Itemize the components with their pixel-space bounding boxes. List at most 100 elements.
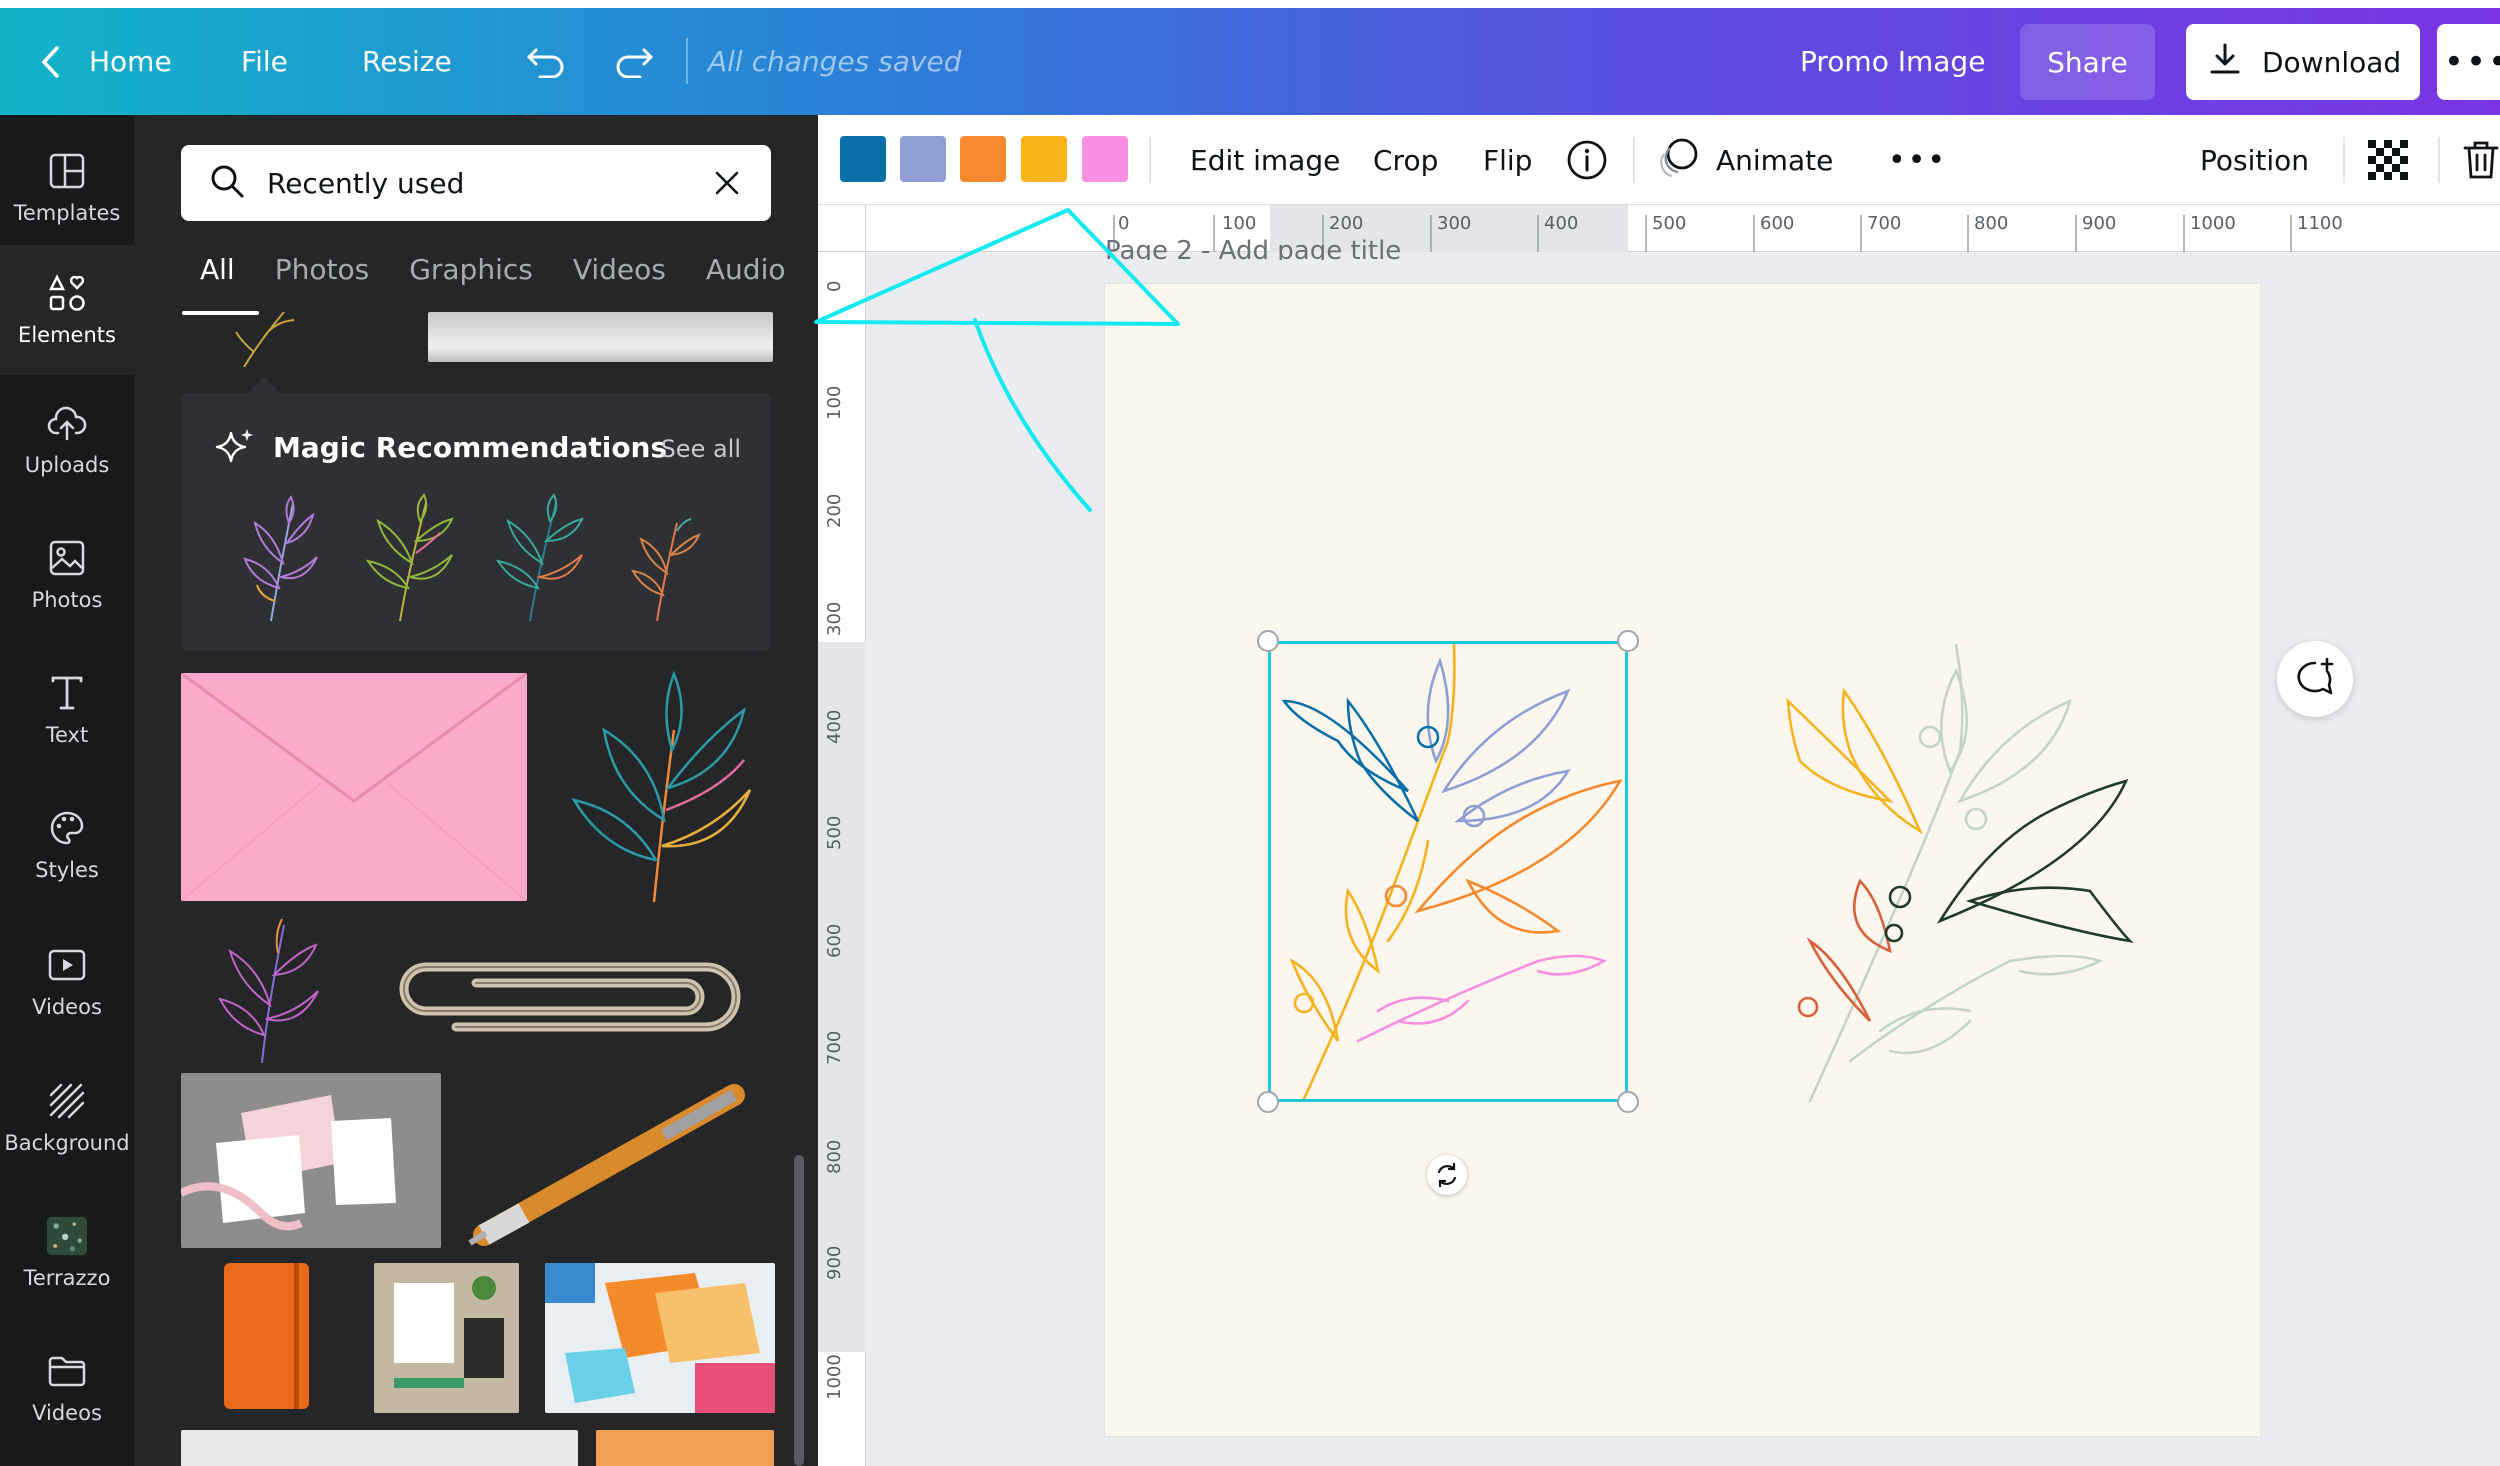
- file-menu[interactable]: File: [241, 8, 288, 115]
- pink-envelope-photo[interactable]: [181, 673, 527, 901]
- tab-photos[interactable]: Photos: [275, 253, 369, 313]
- rail-item-background[interactable]: Background: [0, 1053, 134, 1183]
- trash-icon[interactable]: [2463, 115, 2499, 205]
- undo-icon[interactable]: [522, 8, 570, 115]
- left-rail: Templates Elements Uploads Photos Text S…: [0, 115, 134, 1466]
- resize-button[interactable]: Resize: [362, 8, 452, 115]
- ruler-label: 300: [824, 601, 845, 636]
- magic-recommendations-title: Magic Recommendations: [273, 431, 668, 464]
- download-button[interactable]: Download: [2186, 24, 2420, 100]
- kraft-envelope-photo[interactable]: [596, 1430, 774, 1466]
- ruler-label: 900: [824, 1245, 845, 1280]
- resize-handle-top-right[interactable]: [1617, 630, 1639, 652]
- rail-item-terrazzo[interactable]: Terrazzo: [0, 1188, 134, 1318]
- rail-item-uploads[interactable]: Uploads: [0, 375, 134, 505]
- divider: [2343, 137, 2345, 183]
- resize-handle-top-left[interactable]: [1257, 630, 1279, 652]
- animate-label: Animate: [1716, 143, 1834, 177]
- edit-image-button[interactable]: Edit image: [1190, 115, 1340, 205]
- rotate-handle[interactable]: [1427, 1155, 1467, 1195]
- leaf-graphic-thumbnail[interactable]: [214, 312, 324, 367]
- divider: [2438, 137, 2440, 183]
- background-pattern-icon: [47, 1081, 87, 1121]
- home-button[interactable]: Home: [89, 8, 172, 115]
- color-swatch-1[interactable]: [840, 136, 886, 182]
- redo-icon[interactable]: [610, 8, 658, 115]
- color-swatch-2[interactable]: [900, 136, 946, 182]
- tab-audio[interactable]: Audio: [706, 253, 786, 313]
- sparkle-icon: [215, 427, 255, 471]
- tab-videos[interactable]: Videos: [573, 253, 666, 313]
- flip-button[interactable]: Flip: [1483, 115, 1532, 205]
- rail-item-photos[interactable]: Photos: [0, 510, 134, 640]
- text-icon: [47, 673, 87, 713]
- info-icon[interactable]: [1566, 115, 1608, 205]
- ruler-label: 800: [1974, 213, 2009, 234]
- share-label: Share: [2047, 45, 2128, 79]
- purple-leaf-graphic[interactable]: [204, 915, 334, 1065]
- download-label: Download: [2262, 45, 2402, 79]
- search-input[interactable]: Recently used: [267, 167, 464, 200]
- ruler-label: 600: [1760, 213, 1795, 234]
- design-title[interactable]: Promo Image: [1800, 8, 1985, 115]
- templates-icon: [47, 151, 87, 191]
- recommendation-leaf-3[interactable]: [486, 493, 596, 623]
- context-toolbar: Edit image Crop Flip Animate ••• Positio…: [818, 115, 2500, 205]
- tab-graphics[interactable]: Graphics: [409, 253, 533, 313]
- see-all-link[interactable]: See all: [661, 435, 741, 463]
- resize-handle-bottom-right[interactable]: [1617, 1091, 1639, 1113]
- sticky-notes-photo[interactable]: [545, 1263, 775, 1413]
- crop-button[interactable]: Crop: [1373, 115, 1438, 205]
- more-options-button[interactable]: •••: [2437, 24, 2500, 100]
- ruler-label: 1100: [2297, 213, 2343, 234]
- animate-button[interactable]: Animate: [1658, 115, 1833, 205]
- divider: [686, 38, 688, 84]
- rail-item-folder-videos[interactable]: Videos: [0, 1323, 134, 1453]
- pen-photo[interactable]: [464, 1065, 764, 1255]
- rail-item-videos[interactable]: Videos: [0, 917, 134, 1047]
- rail-label: Uploads: [24, 453, 110, 477]
- rail-item-styles[interactable]: Styles: [0, 780, 134, 910]
- recommendation-leaf-4[interactable]: [621, 513, 711, 623]
- transparency-icon[interactable]: [2368, 115, 2408, 205]
- panel-scrollbar[interactable]: [794, 1155, 804, 1466]
- paperclip-photo[interactable]: [366, 927, 771, 1057]
- orange-notebook-photo[interactable]: [214, 1263, 319, 1411]
- ruler-label: 500: [1652, 213, 1687, 234]
- second-leaf-graphic[interactable]: [1770, 641, 2140, 1103]
- tab-all[interactable]: All: [182, 253, 259, 315]
- photo-icon: [47, 538, 87, 578]
- color-swatch-3[interactable]: [960, 136, 1006, 182]
- rail-label: Templates: [13, 200, 121, 225]
- rail-item-templates[interactable]: Templates: [0, 130, 134, 245]
- color-swatch-5[interactable]: [1082, 136, 1128, 182]
- resize-handle-bottom-left[interactable]: [1257, 1091, 1279, 1113]
- search-box[interactable]: Recently used: [181, 145, 771, 221]
- envelopes-photo[interactable]: [181, 1073, 441, 1248]
- keyboard-photo[interactable]: [181, 1430, 578, 1466]
- rail-label: Background: [4, 1131, 130, 1155]
- add-comment-button[interactable]: [2277, 641, 2353, 717]
- color-swatch-4[interactable]: [1021, 136, 1067, 182]
- more-tools-button[interactable]: •••: [1888, 115, 1947, 205]
- ruler-label: 700: [824, 1030, 845, 1065]
- chevron-left-icon[interactable]: [30, 8, 70, 115]
- share-button[interactable]: Share: [2020, 24, 2155, 100]
- ruler-label: 200: [1329, 213, 1364, 234]
- colorful-leaf-graphic[interactable]: [544, 670, 774, 905]
- desk-flatlay-photo[interactable]: [374, 1263, 519, 1413]
- rail-label: Styles: [35, 858, 99, 882]
- rail-item-elements[interactable]: Elements: [0, 245, 134, 375]
- rail-label: Elements: [18, 323, 116, 347]
- ruler-label: 300: [1437, 213, 1472, 234]
- rail-label: Terrazzo: [23, 1266, 111, 1290]
- recommendation-leaf-1[interactable]: [231, 493, 331, 623]
- selection-box[interactable]: [1268, 641, 1628, 1102]
- rail-item-text[interactable]: Text: [0, 645, 134, 775]
- close-icon[interactable]: [707, 163, 747, 207]
- paper-photo-thumbnail[interactable]: [428, 312, 773, 362]
- position-button[interactable]: Position: [2200, 115, 2309, 205]
- search-icon: [209, 163, 245, 203]
- recommendation-leaf-2[interactable]: [356, 493, 466, 623]
- folder-icon: [47, 1351, 87, 1391]
